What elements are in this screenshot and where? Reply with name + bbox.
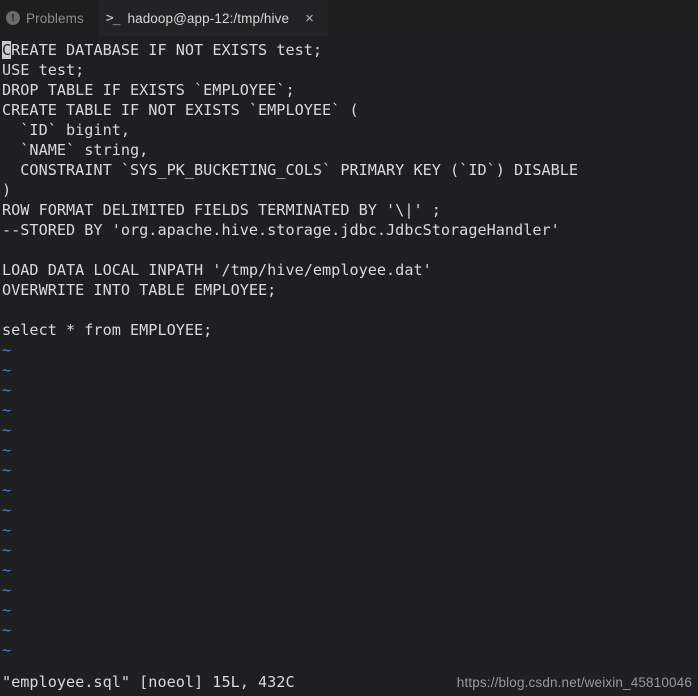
vim-buffer-line: )	[2, 181, 12, 199]
vim-buffer-line	[2, 240, 698, 260]
vim-empty-line-marker: ~	[2, 381, 12, 399]
vim-buffer-line: select * from EMPLOYEE;	[2, 321, 213, 339]
vim-buffer-line: DROP TABLE IF EXISTS `EMPLOYEE`;	[2, 81, 295, 99]
vim-empty-line-marker: ~	[2, 421, 12, 439]
vim-buffer-line: `NAME` string,	[2, 141, 149, 159]
vim-buffer-line: ROW FORMAT DELIMITED FIELDS TERMINATED B…	[2, 201, 441, 219]
vim-buffer-line: CONSTRAINT `SYS_PK_BUCKETING_COLS` PRIMA…	[2, 161, 579, 179]
vim-empty-line-marker: ~	[2, 621, 12, 639]
vim-buffer-line: `ID` bigint,	[2, 121, 131, 139]
vim-empty-line-marker: ~	[2, 361, 12, 379]
vim-buffer-line: USE test;	[2, 61, 85, 79]
tab-problems-label: Problems	[26, 10, 84, 26]
tab-terminal-hadoop[interactable]: >_ hadoop@app-12:/tmp/hive ×	[97, 0, 328, 36]
vim-empty-line-marker: ~	[2, 601, 12, 619]
vim-buffer-line: LOAD DATA LOCAL INPATH '/tmp/hive/employ…	[2, 261, 432, 279]
tab-problems[interactable]: ! Problems	[0, 0, 98, 36]
vscode-panel-window: ! Problems >_ hadoop@app-12:/tmp/hive × …	[0, 0, 698, 696]
terminal-viewport[interactable]: CREATE DATABASE IF NOT EXISTS test; USE t…	[0, 36, 698, 696]
tab-bar-spacer	[328, 0, 698, 36]
vim-empty-line-marker: ~	[2, 461, 12, 479]
vim-buffer-line	[2, 300, 698, 320]
vim-status-line: "employee.sql" [noeol] 15L, 432C https:/…	[0, 670, 698, 694]
vim-empty-line-marker: ~	[2, 481, 12, 499]
vim-empty-line-marker: ~	[2, 521, 12, 539]
vim-buffer-line: OVERWRITE INTO TABLE EMPLOYEE;	[2, 281, 277, 299]
vim-empty-line-marker: ~	[2, 561, 12, 579]
vim-buffer-line: CREATE TABLE IF NOT EXISTS `EMPLOYEE` (	[2, 101, 359, 119]
vim-empty-line-marker: ~	[2, 401, 12, 419]
vim-empty-line-marker: ~	[2, 581, 12, 599]
vim-empty-line-marker: ~	[2, 441, 12, 459]
warning-circle-icon: !	[6, 11, 20, 25]
vim-empty-line-marker: ~	[2, 541, 12, 559]
vim-status-text: "employee.sql" [noeol] 15L, 432C	[2, 673, 295, 691]
vim-empty-line-marker: ~	[2, 641, 12, 659]
vim-cursor: C	[2, 41, 12, 59]
vim-buffer-line: CREATE DATABASE IF NOT EXISTS test;	[2, 41, 323, 59]
vim-buffer[interactable]: CREATE DATABASE IF NOT EXISTS test; USE t…	[0, 40, 698, 660]
watermark-url: https://blog.csdn.net/weixin_45810046	[456, 674, 692, 690]
vim-empty-line-marker: ~	[2, 341, 12, 359]
terminal-prompt-icon: >_	[105, 10, 121, 26]
panel-tab-bar: ! Problems >_ hadoop@app-12:/tmp/hive ×	[0, 0, 698, 36]
tab-terminal-label: hadoop@app-12:/tmp/hive	[127, 10, 290, 26]
vim-empty-line-marker: ~	[2, 501, 12, 519]
vim-buffer-line: --STORED BY 'org.apache.hive.storage.jdb…	[2, 221, 560, 239]
close-icon[interactable]: ×	[305, 11, 314, 26]
